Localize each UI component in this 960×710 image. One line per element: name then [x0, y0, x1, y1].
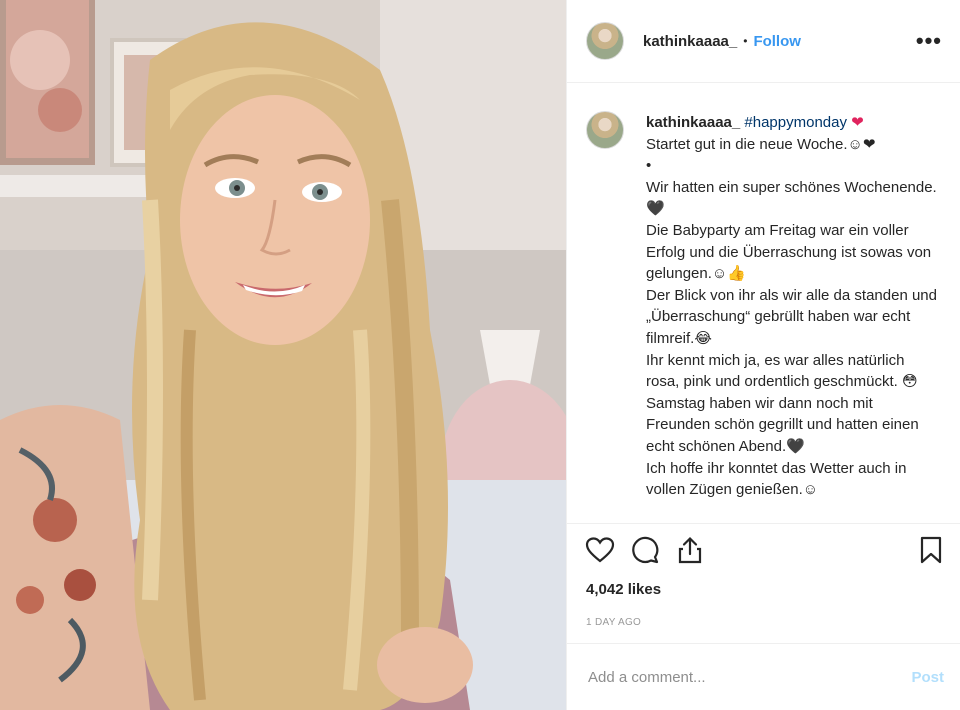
add-comment-bar: Post: [567, 644, 960, 710]
caption-line: Der Blick von ihr als wir alle da stande…: [646, 286, 942, 347]
header-separator: •: [743, 34, 748, 48]
post-photo[interactable]: [0, 0, 566, 710]
selfie-image: [0, 0, 566, 710]
follow-button[interactable]: Follow: [753, 33, 801, 50]
post-side-panel: kathinkaaaa_ • Follow ••• kathinkaaaa_ #…: [566, 0, 960, 710]
heart-icon[interactable]: [585, 535, 615, 565]
caption-username[interactable]: kathinkaaaa_: [646, 114, 740, 131]
caption-line: Die Babyparty am Freitag war ein voller …: [646, 221, 936, 283]
post-comment-button[interactable]: Post: [911, 669, 944, 686]
caption-text: kathinkaaaa_ #happymonday ❤ Startet gut …: [646, 112, 938, 501]
caption-line: Samstag haben wir dann noch mit Freunden…: [646, 394, 923, 455]
caption-line: Ich hoffe ihr konntet das Wetter auch in…: [646, 459, 911, 499]
caption-line: Ihr kennt mich ja, es war alles natürlic…: [646, 351, 918, 391]
comment-input[interactable]: [586, 667, 912, 687]
post-header: kathinkaaaa_ • Follow •••: [567, 0, 960, 83]
comment-icon[interactable]: [630, 535, 660, 565]
more-options-icon[interactable]: •••: [916, 30, 942, 52]
caption-row: kathinkaaaa_ #happymonday ❤ Startet gut …: [586, 111, 942, 501]
caption-line: •: [646, 157, 652, 175]
avatar[interactable]: [586, 22, 624, 60]
caption-hashtag[interactable]: #happymonday: [744, 114, 847, 131]
caption-line: Startet gut in die neue Woche.☺❤: [646, 135, 876, 153]
bookmark-icon[interactable]: [916, 535, 946, 565]
post-timestamp[interactable]: 1 DAY AGO: [567, 605, 960, 644]
share-icon[interactable]: [675, 535, 705, 565]
action-bar: [567, 524, 960, 576]
caption-avatar[interactable]: [586, 111, 624, 149]
caption-line: Wir hatten ein super schönes Wochenende.…: [646, 178, 937, 218]
heart-emoji-icon: ❤: [851, 114, 864, 131]
likes-count[interactable]: 4,042 likes: [567, 576, 960, 605]
instagram-post: kathinkaaaa_ • Follow ••• kathinkaaaa_ #…: [0, 0, 960, 710]
comments-area[interactable]: kathinkaaaa_ #happymonday ❤ Startet gut …: [567, 83, 960, 524]
header-username[interactable]: kathinkaaaa_: [643, 33, 737, 50]
